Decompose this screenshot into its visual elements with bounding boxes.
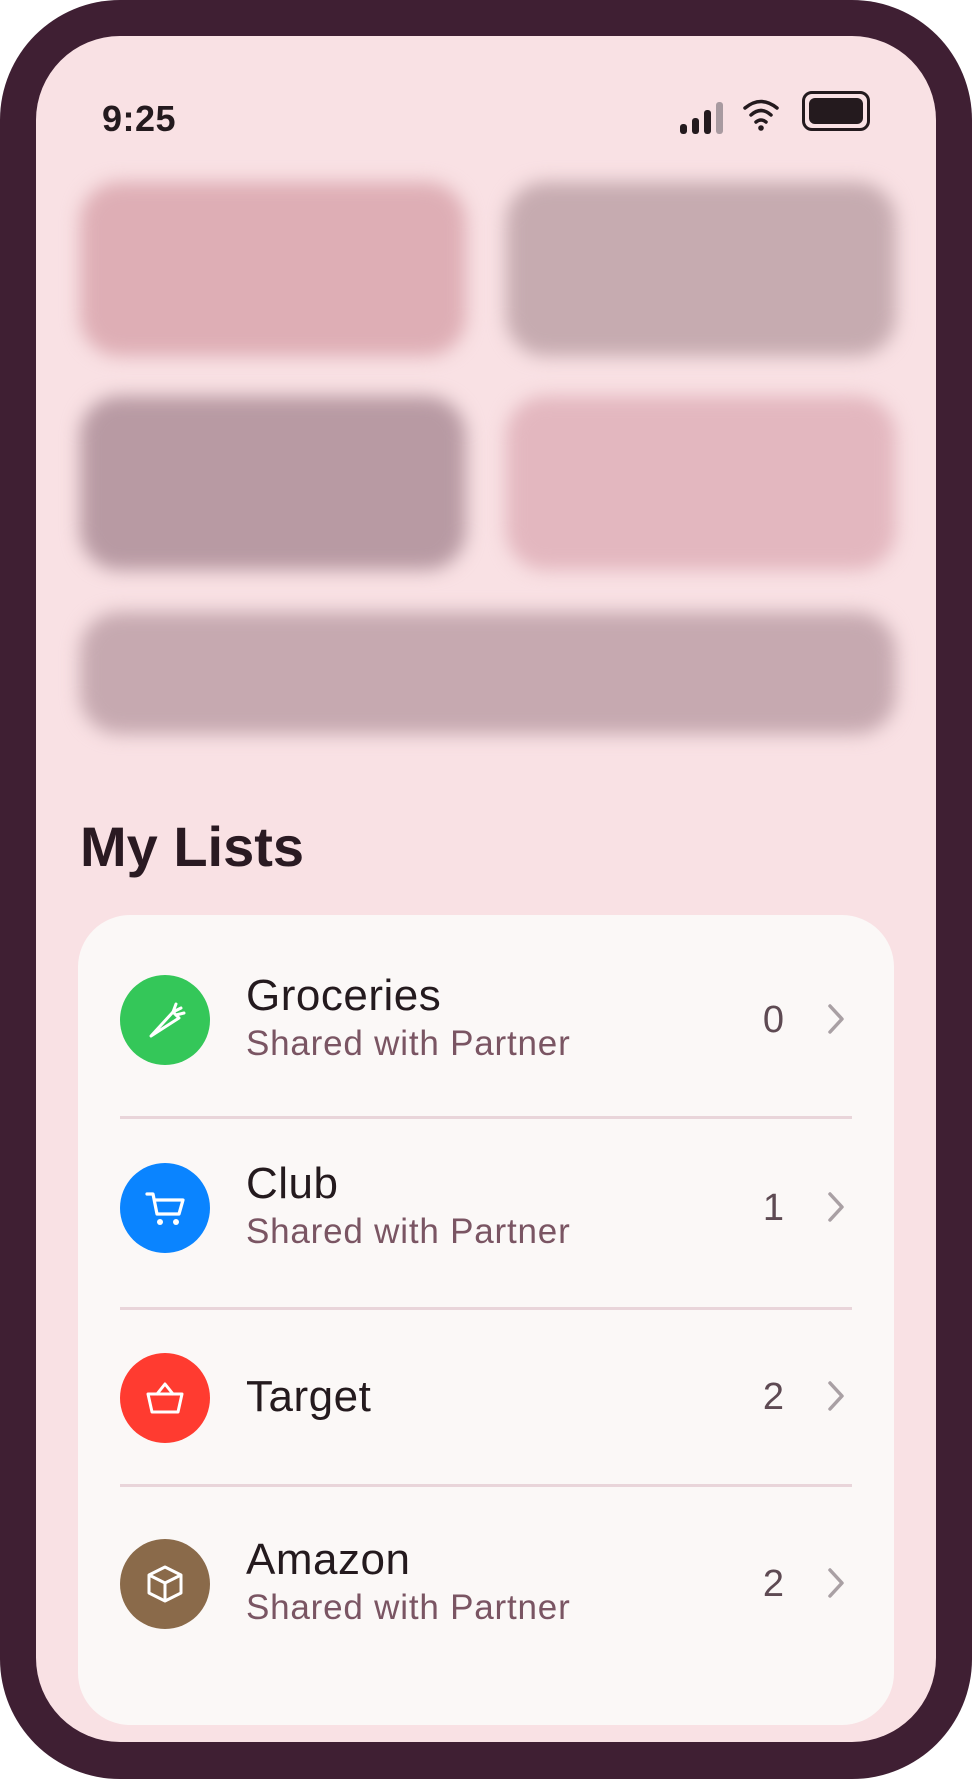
chevron-right-icon [828,1381,844,1411]
list-subtitle: Shared with Partner [246,1212,571,1251]
list-subtitle: Shared with Partner [246,1024,571,1063]
blurred-widget [506,182,896,356]
blurred-widget [80,182,466,356]
chevron-right-icon [828,1192,844,1222]
list-item-groceries[interactable]: Groceries Shared with Partner 0 [78,915,894,1107]
section-title: My Lists [80,815,305,878]
status-icons [680,91,870,139]
lists-card: Groceries Shared with Partner 0 Club Sha… [78,915,894,1725]
list-count: 1 [762,1187,784,1229]
list-icon-badge [120,1163,210,1253]
list-count: 2 [762,1563,784,1605]
status-time: 9:25 [102,98,177,139]
blurred-widget [506,396,896,570]
blurred-widget [80,612,896,734]
list-item-club[interactable]: Club Shared with Partner 1 [78,1119,894,1307]
list-icon-badge [120,1353,210,1443]
box-icon [147,1565,183,1603]
phone-frame: 9:25 My Lists Groceries Shared with Part… [0,0,972,1779]
list-title: Club [246,1159,339,1208]
list-icon-badge [120,975,210,1065]
cellular-signal-icon [680,91,726,139]
list-icon-badge [120,1539,210,1629]
blurred-widget [80,396,466,570]
chevron-right-icon [828,1568,844,1598]
basket-icon [146,1382,184,1414]
carrot-icon [149,1002,186,1038]
screen: 9:25 My Lists Groceries Shared with Part… [36,36,936,1742]
chevron-right-icon [828,1004,844,1034]
cart-icon [145,1192,185,1225]
list-title: Groceries [246,971,442,1020]
list-title: Amazon [246,1535,411,1584]
list-item-target[interactable]: Target 2 [78,1310,894,1484]
wifi-icon [743,99,779,131]
list-subtitle: Shared with Partner [246,1588,571,1627]
list-count: 0 [762,999,784,1041]
battery-icon [802,91,870,131]
list-count: 2 [762,1376,784,1418]
list-item-amazon[interactable]: Amazon Shared with Partner 2 [78,1487,894,1725]
list-title: Target [246,1372,372,1421]
